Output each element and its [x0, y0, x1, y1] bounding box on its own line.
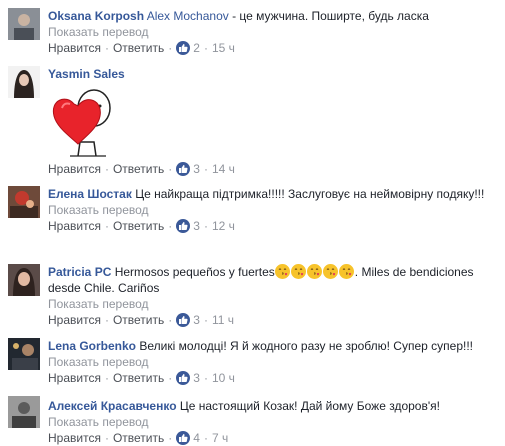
thumbs-up-icon[interactable]	[176, 162, 191, 176]
avatar[interactable]	[8, 66, 40, 98]
comment: Oksana Korposh Alex Mochanov - це мужчин…	[0, 0, 505, 60]
timestamp[interactable]: 12 ч	[212, 219, 235, 233]
comment-text: Це найкраща підтримка!!!!! Заслуговує на…	[131, 187, 485, 201]
separator: ·	[168, 371, 173, 385]
kissing-face-icon	[274, 264, 290, 279]
see-translation-link[interactable]: Показать перевод	[48, 414, 487, 430]
comment: Елена Шостак Це найкраща підтримка!!!!! …	[0, 180, 505, 260]
mention-link[interactable]: Alex Mochanov	[147, 9, 229, 23]
comment-author[interactable]: Lena Gorbenko	[48, 339, 136, 353]
timestamp[interactable]: 14 ч	[212, 162, 235, 176]
reply-button[interactable]: Ответить	[113, 219, 164, 233]
like-button[interactable]: Нравится	[48, 313, 101, 327]
thumbs-up-icon[interactable]	[176, 41, 191, 55]
comment-author[interactable]: Yasmin Sales	[48, 67, 125, 81]
timestamp[interactable]: 7 ч	[212, 431, 228, 445]
separator: ·	[203, 431, 208, 445]
separator: ·	[203, 162, 208, 176]
comment-author[interactable]: Елена Шостак	[48, 187, 132, 201]
comment-text: Це настоящий Козак! Дай йому Боже здоров…	[176, 399, 440, 413]
separator: ·	[104, 371, 109, 385]
separator: ·	[104, 431, 109, 445]
avatar[interactable]	[8, 8, 40, 40]
kissing-face-icon	[306, 264, 322, 279]
reply-button[interactable]: Ответить	[113, 41, 164, 55]
like-count[interactable]: 4	[193, 431, 200, 445]
reply-button[interactable]: Ответить	[113, 371, 164, 385]
like-count[interactable]: 2	[193, 41, 200, 55]
separator: ·	[168, 313, 173, 327]
profile-photo-icon	[8, 186, 40, 218]
separator: ·	[203, 313, 208, 327]
profile-photo-icon	[8, 338, 40, 370]
emoji-group	[274, 264, 355, 279]
timestamp[interactable]: 15 ч	[212, 41, 235, 55]
profile-photo-icon	[8, 264, 40, 296]
profile-photo-icon	[8, 8, 40, 40]
timestamp[interactable]: 11 ч	[212, 313, 234, 327]
reply-button[interactable]: Ответить	[113, 313, 164, 327]
like-count[interactable]: 3	[193, 162, 200, 176]
see-translation-link[interactable]: Показать перевод	[48, 296, 487, 312]
kissing-face-icon	[322, 264, 338, 279]
kissing-face-icon	[338, 264, 354, 279]
thumbs-up-icon[interactable]	[176, 371, 191, 385]
reply-button[interactable]: Ответить	[113, 431, 164, 445]
separator: ·	[168, 41, 173, 55]
timestamp[interactable]: 10 ч	[212, 371, 235, 385]
separator: ·	[104, 219, 109, 233]
separator: ·	[168, 219, 173, 233]
profile-photo-icon	[8, 396, 40, 428]
thumbs-up-icon[interactable]	[176, 313, 191, 327]
like-count[interactable]: 3	[193, 371, 200, 385]
avatar[interactable]	[8, 338, 40, 370]
comment-author[interactable]: Алексей Красавченко	[48, 399, 177, 413]
thumbs-up-icon[interactable]	[176, 431, 191, 445]
thumbs-up-icon[interactable]	[176, 219, 191, 233]
comment-author[interactable]: Oksana Korposh	[48, 9, 144, 23]
see-translation-link[interactable]: Показать перевод	[48, 354, 487, 370]
comment: Алексей Красавченко Це настоящий Козак! …	[0, 392, 505, 446]
separator: ·	[168, 431, 173, 445]
like-count[interactable]: 3	[193, 313, 200, 327]
separator: ·	[104, 313, 109, 327]
see-translation-link[interactable]: Показать перевод	[48, 202, 487, 218]
kissing-face-icon	[290, 264, 306, 279]
comment-text: Hermosos pequeños y fuertes	[111, 265, 275, 279]
avatar[interactable]	[8, 186, 40, 218]
comment-text: Великі молодці! Я й жодного разу не зроб…	[136, 339, 473, 353]
comment-text: - це мужчина. Поширте, будь ласка	[228, 9, 429, 23]
avatar[interactable]	[8, 396, 40, 428]
like-count[interactable]: 3	[193, 219, 200, 233]
heart-sticker-icon[interactable]	[48, 84, 124, 160]
separator: ·	[203, 41, 208, 55]
separator: ·	[203, 219, 208, 233]
like-button[interactable]: Нравится	[48, 219, 101, 233]
comment-author[interactable]: Patricia PC	[48, 265, 111, 279]
reply-button[interactable]: Ответить	[113, 162, 164, 176]
see-translation-link[interactable]: Показать перевод	[48, 24, 487, 40]
comment: Yasmin Sales Нравится · Ответить · 3 · 14 ч	[0, 60, 505, 180]
separator: ·	[168, 162, 173, 176]
profile-photo-icon	[8, 66, 40, 98]
separator: ·	[104, 41, 109, 55]
like-button[interactable]: Нравится	[48, 371, 101, 385]
like-button[interactable]: Нравится	[48, 431, 101, 445]
comment: Lena Gorbenko Великі молодці! Я й жодног…	[0, 334, 505, 394]
comment: Patricia PC Hermosos pequeños y fuertes.…	[0, 258, 505, 338]
like-button[interactable]: Нравится	[48, 162, 101, 176]
like-button[interactable]: Нравится	[48, 41, 101, 55]
separator: ·	[203, 371, 208, 385]
separator: ·	[104, 162, 109, 176]
avatar[interactable]	[8, 264, 40, 296]
